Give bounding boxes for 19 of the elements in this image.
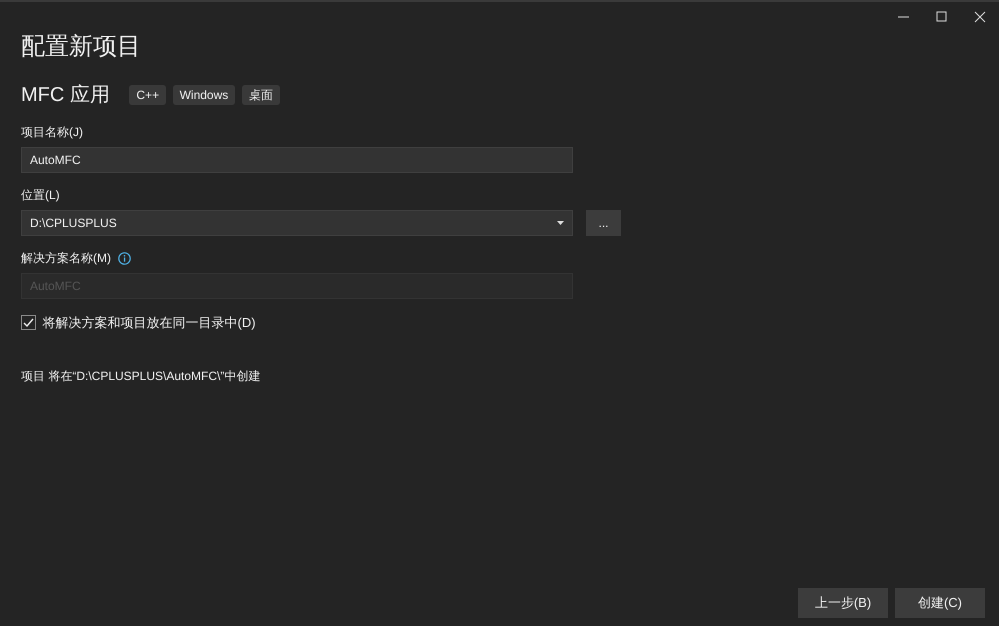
browse-button[interactable]: ...: [586, 210, 621, 236]
dialog-button[interactable]: 创建(C): [895, 588, 985, 618]
tag: C++: [129, 85, 166, 105]
field-label: 位置(L): [21, 187, 60, 203]
dialog-button[interactable]: 上一步(B): [798, 588, 888, 618]
maximize-icon[interactable]: [936, 11, 948, 23]
template-name: MFC 应用: [21, 83, 110, 108]
summary-text: 项目 将在“D:\CPLUSPLUS\AutoMFC\”中创建: [21, 368, 262, 384]
dialog-title: 配置新项目: [21, 32, 142, 62]
tag: 桌面: [242, 85, 280, 105]
caret-icon: [557, 221, 564, 225]
close-icon[interactable]: [974, 11, 986, 23]
input-field[interactable]: AutoMFC: [21, 147, 573, 173]
field-label: 解决方案名称(M): [21, 250, 111, 266]
checkbox[interactable]: [21, 315, 36, 330]
checkbox-label[interactable]: 将解决方案和项目放在同一目录中(D): [42, 313, 256, 332]
tag: Windows: [172, 85, 236, 105]
field-label: 项目名称(J): [21, 124, 83, 140]
location-dropdown[interactable]: D:\CPLUSPLUS: [21, 210, 573, 236]
